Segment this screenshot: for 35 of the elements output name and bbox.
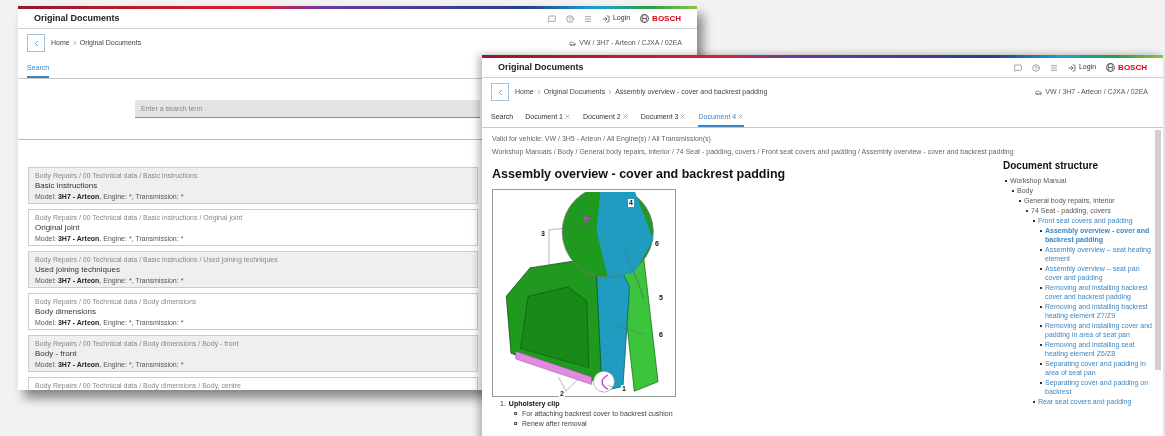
result-title: Body - front (35, 349, 77, 359)
brand-name: BOSCH (652, 12, 681, 25)
square-bullet-icon (514, 421, 517, 425)
close-icon[interactable] (737, 113, 745, 121)
help-icon[interactable] (565, 14, 574, 23)
close-icon[interactable] (563, 113, 571, 121)
result-title: Original joint (35, 223, 80, 233)
chevron-icon (71, 40, 78, 46)
result-title: Used joining techniques (35, 265, 120, 275)
structure-heading: Document structure (1003, 159, 1099, 173)
chevron-icon (607, 89, 614, 95)
result-title: Body dimensions (35, 307, 96, 317)
result-title: Basic instructions (35, 181, 98, 191)
car-icon (569, 39, 577, 47)
document-heading: Assembly overview - cover and backrest padding (492, 166, 786, 183)
chevron-icon (535, 89, 542, 95)
message-icon[interactable] (1013, 63, 1022, 72)
close-icon[interactable] (679, 113, 687, 121)
app-title: Original Documents (498, 60, 584, 74)
logo-icon (1106, 63, 1116, 72)
login-icon (601, 14, 610, 23)
car-icon (1035, 88, 1043, 96)
message-icon[interactable] (547, 14, 556, 23)
brand-name: BOSCH (1118, 61, 1147, 74)
logo-icon (640, 14, 650, 23)
back-button[interactable] (491, 83, 509, 101)
menu-icon[interactable] (1049, 63, 1058, 72)
back-button[interactable] (27, 34, 45, 52)
scrollbar[interactable] (1155, 130, 1161, 370)
close-icon[interactable] (621, 113, 629, 121)
login-icon (1067, 63, 1076, 72)
help-icon[interactable] (1031, 63, 1040, 72)
square-bullet-icon (514, 411, 517, 415)
app-title: Original Documents (34, 11, 120, 25)
menu-icon[interactable] (583, 14, 592, 23)
